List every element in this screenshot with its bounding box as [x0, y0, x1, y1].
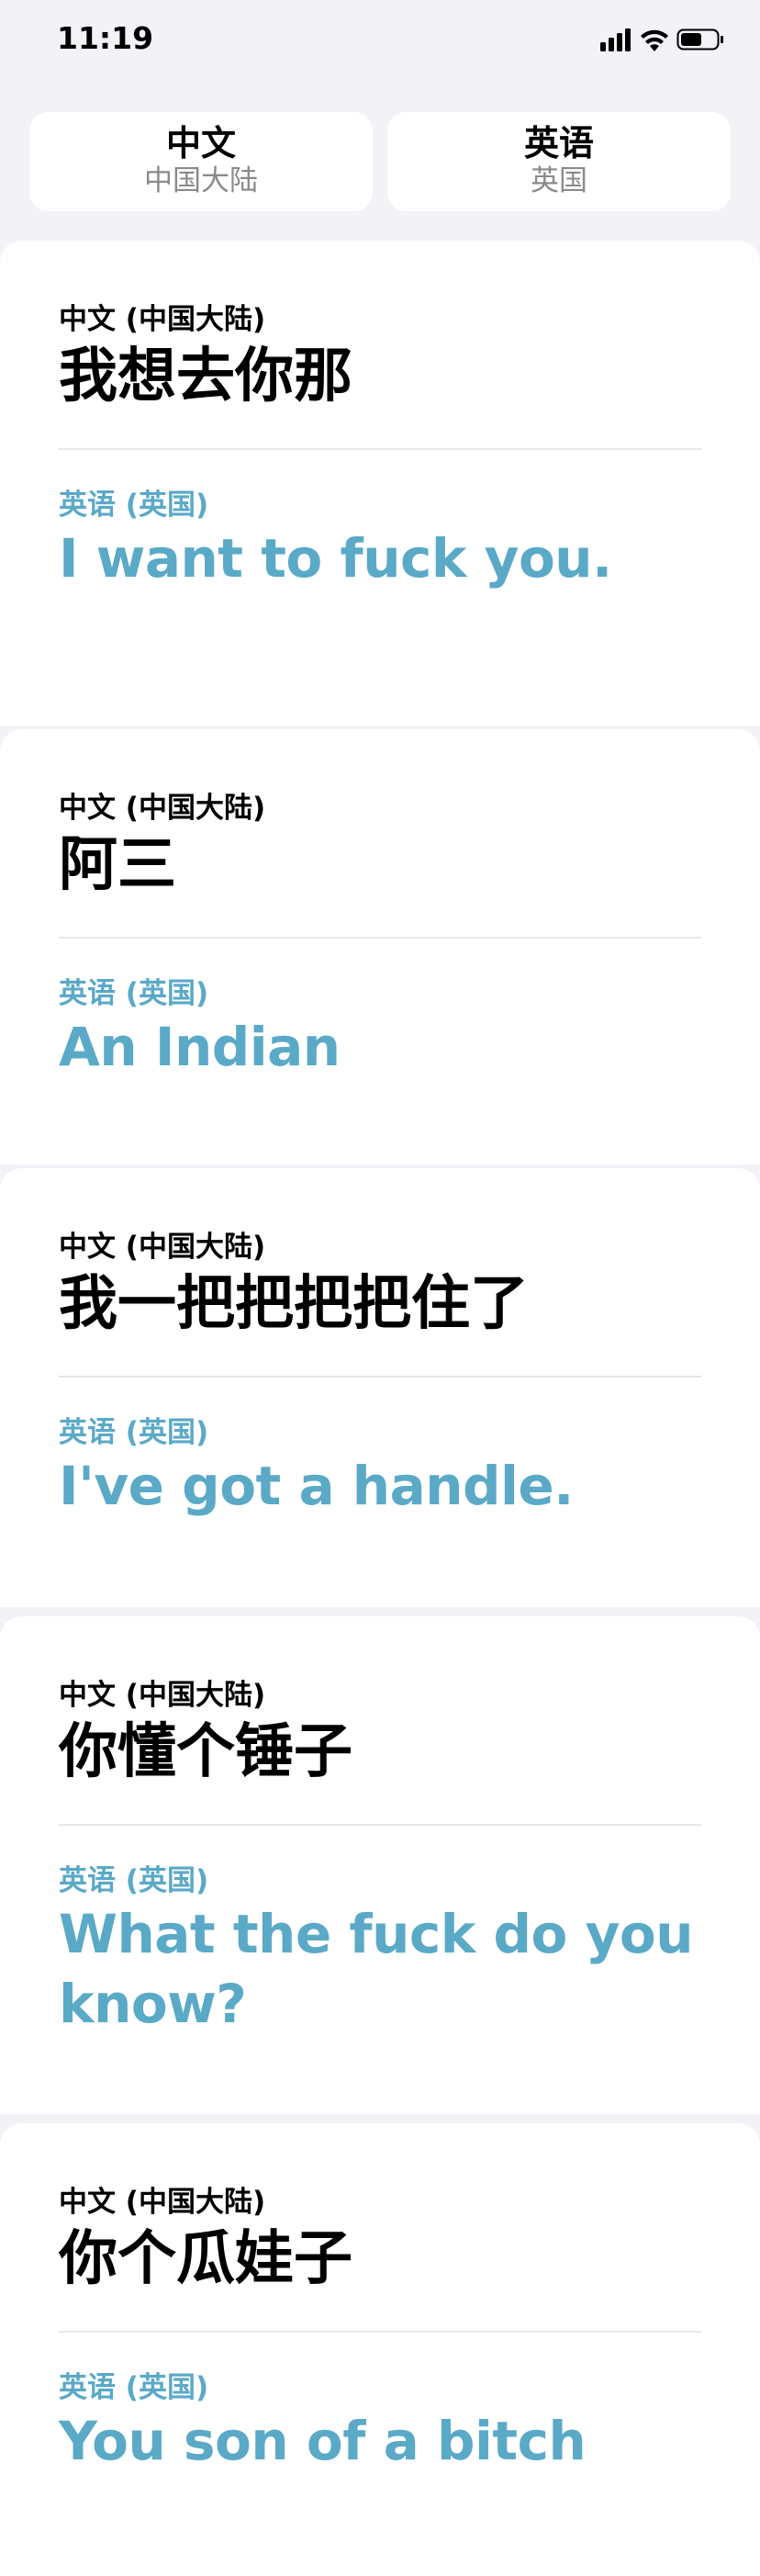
target-language-label: 英语 (英国): [59, 2371, 209, 2404]
cellular-signal-icon: [600, 28, 631, 51]
source-language-label: 中文 (中国大陆): [59, 792, 266, 825]
status-bar: 11:19: [0, 0, 760, 81]
divider: [59, 937, 701, 939]
translation-card[interactable]: 中文 (中国大陆) 你个瓜娃子 英语 (英国) You son of a bit…: [0, 2123, 760, 2576]
target-language-label: 英语 (英国): [59, 977, 209, 1010]
translation-card[interactable]: 中文 (中国大陆) 你懂个锤子 英语 (英国) What the fuck do…: [0, 1616, 760, 2114]
language-selector: 中文 中国大陆 英语 英国: [0, 112, 760, 213]
source-language-label: 中文 (中国大陆): [59, 1679, 266, 1712]
source-language-region: 中国大陆: [144, 164, 258, 197]
translation-card[interactable]: 中文 (中国大陆) 阿三 英语 (英国) An Indian: [0, 729, 760, 1164]
source-language-button[interactable]: 中文 中国大陆: [29, 112, 373, 211]
target-language-name: 英语: [523, 123, 594, 163]
status-time: 11:19: [57, 20, 154, 56]
divider: [59, 2331, 701, 2333]
source-language-name: 中文: [165, 123, 236, 163]
wifi-icon: [641, 29, 668, 51]
divider: [59, 1376, 701, 1378]
battery-icon: [676, 28, 723, 51]
divider: [59, 448, 701, 450]
source-text: 阿三: [59, 831, 176, 899]
translation-card[interactable]: 中文 (中国大陆) 我一把把把把住了 英语 (英国) I've got a ha…: [0, 1168, 760, 1607]
source-language-label: 中文 (中国大陆): [59, 303, 266, 336]
target-language-button[interactable]: 英语 英国: [387, 112, 731, 211]
target-text: I've got a handle.: [59, 1455, 574, 1517]
target-language-label: 英语 (英国): [59, 1864, 209, 1897]
translation-card[interactable]: 中文 (中国大陆) 我想去你那 英语 (英国) I want to fuck y…: [0, 241, 760, 726]
target-text: What the fuck do you know?: [59, 1903, 694, 2035]
source-text: 你个瓜娃子: [59, 2225, 352, 2293]
divider: [59, 1824, 701, 1826]
target-language-region: 英国: [531, 164, 587, 197]
source-language-label: 中文 (中国大陆): [59, 1231, 266, 1264]
target-text: An Indian: [59, 1016, 341, 1078]
target-language-label: 英语 (英国): [59, 489, 209, 522]
source-language-label: 中文 (中国大陆): [59, 2186, 266, 2219]
target-text: I want to fuck you.: [59, 527, 612, 590]
target-language-label: 英语 (英国): [59, 1416, 209, 1449]
target-text: You son of a bitch: [59, 2410, 587, 2472]
source-text: 你懂个锤子: [59, 1718, 352, 1786]
status-icons: [600, 26, 727, 53]
source-text: 我一把把把把住了: [59, 1270, 529, 1338]
source-text: 我想去你那: [59, 343, 352, 411]
